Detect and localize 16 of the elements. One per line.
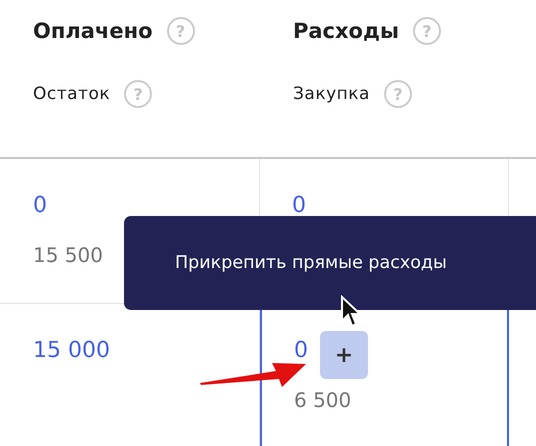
add-button[interactable]: + <box>320 331 368 379</box>
column-subtitle: Остаток <box>33 84 110 104</box>
help-icon[interactable]: ? <box>384 80 412 108</box>
column-subtitle: Закупка <box>293 84 370 104</box>
tooltip: Прикрепить прямые расходы <box>124 216 536 310</box>
remainder-value: 6 500 <box>294 388 352 412</box>
amount-value: 15 000 <box>33 338 110 362</box>
amount-value: 0 <box>292 192 306 218</box>
help-icon[interactable]: ? <box>166 17 195 45</box>
amount-value: 0 <box>294 338 308 362</box>
column-title: Оплачено <box>33 19 153 43</box>
help-icon[interactable]: ? <box>412 17 441 45</box>
help-icon[interactable]: ? <box>124 80 152 108</box>
amount-value: 0 <box>33 192 47 218</box>
column-title: Расходы <box>293 19 399 43</box>
remainder-value: 15 500 <box>33 243 103 267</box>
